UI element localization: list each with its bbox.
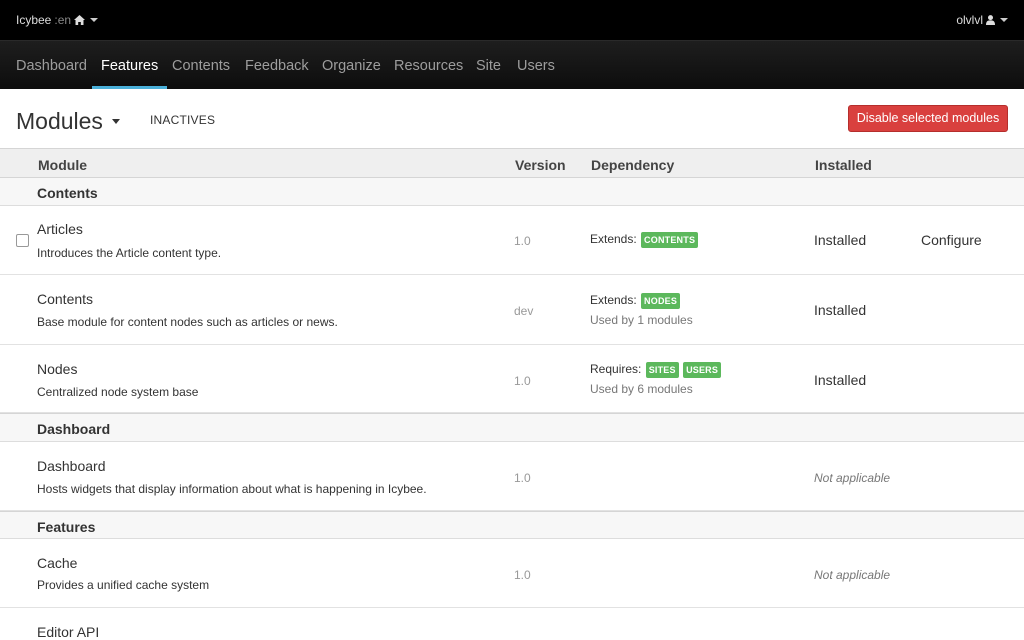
disable-selected-modules-button[interactable]: Disable selected modules xyxy=(848,105,1008,132)
page-header: Modules INACTIVES Disable selected modul… xyxy=(0,89,1024,149)
row-checkbox[interactable] xyxy=(16,234,29,247)
module-version: 1.0 xyxy=(514,234,531,248)
main-navigation: Dashboard Features Contents Feedback Org… xyxy=(0,40,1024,90)
group-header: Dashboard xyxy=(0,413,1024,442)
configure-link[interactable]: Configure xyxy=(921,232,982,248)
modules-table: Module Version Dependency Installed Cont… xyxy=(0,148,1024,640)
chevron-down-icon xyxy=(90,18,99,22)
group-header: Features xyxy=(0,511,1024,539)
group-title: Features xyxy=(37,519,96,535)
table-row: Editor API xyxy=(0,608,1024,640)
module-dependency: Extends: CONTENTS xyxy=(590,232,699,248)
user-menu[interactable]: olvlvl xyxy=(956,13,1008,27)
column-header-module[interactable]: Module xyxy=(38,157,87,173)
site-switcher[interactable]: Icybee:en xyxy=(16,13,99,27)
dependency-badge: NODES xyxy=(641,293,681,309)
page-title-dropdown[interactable]: Modules xyxy=(16,108,120,135)
nav-item-feedback[interactable]: Feedback xyxy=(245,41,309,90)
column-header-dependency[interactable]: Dependency xyxy=(591,157,674,173)
module-version: 1.0 xyxy=(514,471,531,485)
dependency-badge: CONTENTS xyxy=(641,232,699,248)
nav-item-users[interactable]: Users xyxy=(517,41,555,90)
table-header: Module Version Dependency Installed xyxy=(0,148,1024,178)
nav-item-features[interactable]: Features xyxy=(91,41,168,90)
module-name: Dashboard xyxy=(37,458,106,474)
module-version: dev xyxy=(514,304,534,318)
nav-item-site[interactable]: Site xyxy=(476,41,501,90)
dependency-badge: USERS xyxy=(683,362,722,378)
module-status: Not applicable xyxy=(814,471,891,485)
module-name: Editor API xyxy=(37,624,100,640)
table-row: Articles Introduces the Article content … xyxy=(0,206,1024,275)
group-title: Dashboard xyxy=(37,421,111,437)
module-description: Hosts widgets that display information a… xyxy=(37,482,427,496)
module-description: Provides a unified cache system xyxy=(37,578,210,592)
dependency-label: Extends: xyxy=(590,293,637,308)
table-row: Contents Base module for content nodes s… xyxy=(0,275,1024,345)
module-status: Not applicable xyxy=(814,568,891,582)
column-header-version[interactable]: Version xyxy=(515,157,566,173)
group-header: Contents xyxy=(0,178,1024,206)
module-dependency: Requires: SITES USERS Used by 6 modules xyxy=(590,362,722,396)
module-status: Installed xyxy=(814,232,867,248)
home-icon xyxy=(74,15,86,25)
module-version: 1.0 xyxy=(514,568,531,582)
nav-item-contents[interactable]: Contents xyxy=(172,41,230,90)
module-version: 1.0 xyxy=(514,374,531,388)
module-description: Introduces the Article content type. xyxy=(37,246,222,260)
table-row: Cache Provides a unified cache system 1.… xyxy=(0,539,1024,608)
module-name: Cache xyxy=(37,555,78,571)
nav-item-dashboard[interactable]: Dashboard xyxy=(16,41,87,90)
dependency-label: Requires: xyxy=(590,362,642,377)
inactives-link[interactable]: INACTIVES xyxy=(150,113,215,127)
dependency-badge: SITES xyxy=(645,362,679,378)
dependency-label: Extends: xyxy=(590,232,637,247)
column-header-installed[interactable]: Installed xyxy=(815,157,872,173)
site-name: Icybee xyxy=(16,13,52,27)
chevron-down-icon xyxy=(111,119,120,124)
used-by-count: Used by 1 modules xyxy=(590,313,693,327)
used-by-count: Used by 6 modules xyxy=(590,382,693,396)
top-bar: Icybee:en olvlvl xyxy=(0,0,1024,40)
module-name: Nodes xyxy=(37,361,78,377)
table-row: Nodes Centralized node system base 1.0 R… xyxy=(0,345,1024,413)
table-row: Dashboard Hosts widgets that display inf… xyxy=(0,442,1024,511)
nav-item-organize[interactable]: Organize xyxy=(322,41,381,90)
module-description: Base module for content nodes such as ar… xyxy=(37,315,338,329)
chevron-down-icon xyxy=(1000,18,1008,22)
group-title: Contents xyxy=(37,185,98,201)
site-language: :en xyxy=(54,13,72,27)
module-name: Articles xyxy=(37,221,83,237)
module-dependency: Extends: NODES Used by 1 modules xyxy=(590,293,693,327)
user-name: olvlvl xyxy=(956,13,983,27)
module-status: Installed xyxy=(814,302,867,318)
module-status: Installed xyxy=(814,372,867,388)
nav-item-resources[interactable]: Resources xyxy=(394,41,463,90)
module-name: Contents xyxy=(37,291,94,307)
module-description: Centralized node system base xyxy=(37,385,199,399)
page-title: Modules xyxy=(16,108,103,134)
user-icon xyxy=(986,15,995,25)
